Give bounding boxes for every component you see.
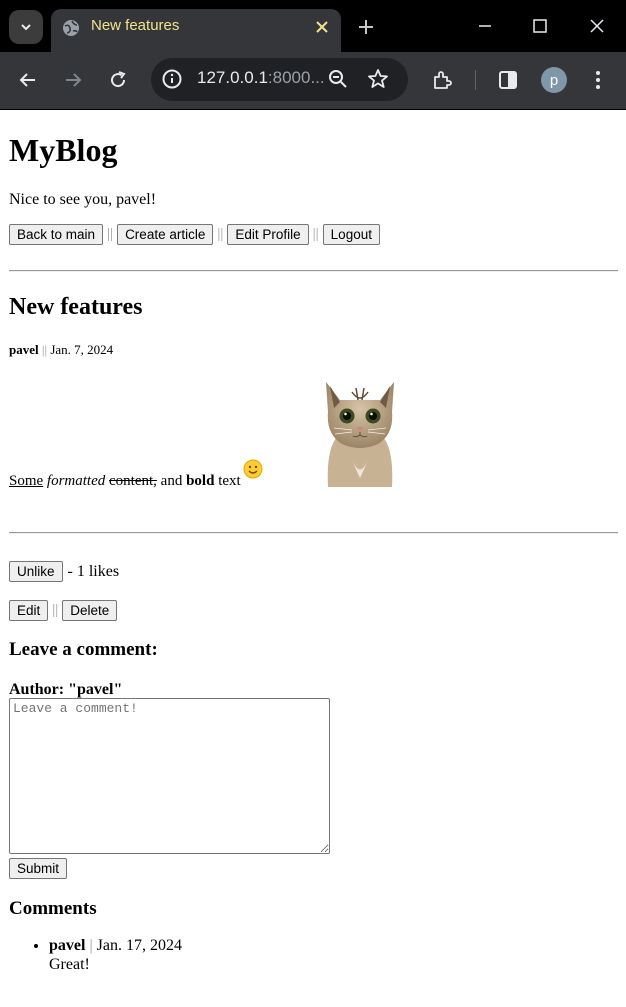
divider bbox=[9, 270, 618, 272]
comment-date: Jan. 17, 2024 bbox=[96, 937, 182, 954]
greeting-text: Nice to see you, pavel! bbox=[9, 191, 157, 208]
maximize-icon[interactable] bbox=[528, 14, 552, 38]
edit-profile-button[interactable]: Edit Profile bbox=[227, 224, 309, 245]
site-title: MyBlog bbox=[9, 132, 118, 168]
side-panel-icon[interactable] bbox=[496, 68, 520, 92]
cat-image bbox=[326, 382, 394, 487]
comment-author: pavel bbox=[49, 937, 86, 954]
site-info-icon[interactable] bbox=[161, 68, 183, 90]
minimize-icon[interactable] bbox=[473, 14, 497, 38]
extensions-puzzle-icon[interactable] bbox=[430, 68, 454, 92]
forward-arrow-icon[interactable] bbox=[61, 68, 85, 92]
smiley-emoji-icon bbox=[243, 459, 263, 479]
chevron-down-icon bbox=[21, 24, 31, 31]
back-arrow-icon[interactable] bbox=[16, 68, 40, 92]
top-nav: Back to main || Create article || Edit P… bbox=[9, 224, 380, 245]
comments-list: pavel | Jan. 17, 2024 Great! bbox=[9, 936, 182, 974]
window-close-icon[interactable] bbox=[585, 14, 609, 38]
reload-icon[interactable] bbox=[106, 68, 130, 92]
globe-icon bbox=[63, 20, 79, 36]
underlined-text: Some bbox=[9, 473, 44, 489]
url-text[interactable]: 127.0.0.1:8000... bbox=[197, 68, 325, 88]
create-article-button[interactable]: Create article bbox=[117, 224, 214, 245]
post-meta: pavel || Jan. 7, 2024 bbox=[9, 342, 113, 357]
bookmark-star-icon[interactable] bbox=[366, 67, 390, 91]
likes-count: - 1 likes bbox=[67, 562, 120, 580]
action-separator: || bbox=[52, 602, 59, 618]
tab-title: New features bbox=[91, 17, 180, 34]
tab-search-button[interactable] bbox=[9, 10, 43, 44]
leave-comment-heading: Leave a comment: bbox=[9, 639, 158, 660]
post-actions: Edit || Delete bbox=[9, 600, 118, 621]
strikethrough-text: content, bbox=[109, 473, 157, 489]
nav-separator: || bbox=[107, 226, 114, 242]
new-tab-plus-icon[interactable] bbox=[354, 15, 378, 39]
delete-post-button[interactable]: Delete bbox=[62, 600, 118, 621]
unlike-button[interactable]: Unlike bbox=[9, 561, 63, 582]
meta-separator: || bbox=[41, 342, 48, 357]
edit-post-button[interactable]: Edit bbox=[9, 600, 49, 621]
comment-textarea[interactable] bbox=[9, 698, 330, 854]
comment-separator: | bbox=[89, 937, 93, 954]
comment-author-label: Author: "pavel" bbox=[9, 681, 123, 698]
likes-row: Unlike - 1 likes bbox=[9, 561, 119, 582]
comment-item: pavel | Jan. 17, 2024 Great! bbox=[49, 936, 182, 974]
comments-heading: Comments bbox=[9, 898, 97, 919]
nav-separator: || bbox=[217, 226, 224, 242]
browser-tab-bar: New features bbox=[0, 0, 626, 52]
more-vertical-icon[interactable] bbox=[586, 68, 610, 92]
submit-comment-button[interactable]: Submit bbox=[9, 858, 68, 879]
post-body-text: Some formatted content, and bold text bbox=[9, 459, 263, 490]
profile-avatar[interactable]: p bbox=[541, 67, 567, 93]
zoom-out-icon[interactable] bbox=[327, 68, 349, 90]
bold-text: bold bbox=[186, 473, 215, 489]
post-body: Some formatted content, and bold text bbox=[9, 378, 429, 490]
divider bbox=[9, 532, 618, 534]
toolbar-separator bbox=[475, 70, 476, 90]
logout-button[interactable]: Logout bbox=[322, 224, 380, 245]
page-content: MyBlog Nice to see you, pavel! Back to m… bbox=[9, 110, 618, 1007]
back-to-main-button[interactable]: Back to main bbox=[9, 224, 104, 245]
address-bar[interactable]: 127.0.0.1:8000... bbox=[151, 58, 408, 101]
nav-separator: || bbox=[312, 226, 319, 242]
browser-toolbar: 127.0.0.1:8000... p bbox=[0, 52, 626, 109]
italic-text: formatted bbox=[46, 473, 106, 489]
comment-text: Great! bbox=[49, 956, 90, 973]
post-title: New features bbox=[9, 294, 143, 320]
plain-text: text bbox=[218, 473, 241, 489]
browser-tab-active[interactable]: New features bbox=[51, 9, 341, 52]
post-author: pavel bbox=[9, 342, 39, 357]
close-icon[interactable] bbox=[312, 17, 332, 37]
post-date: Jan. 7, 2024 bbox=[50, 342, 114, 357]
plain-text: and bbox=[160, 473, 183, 489]
